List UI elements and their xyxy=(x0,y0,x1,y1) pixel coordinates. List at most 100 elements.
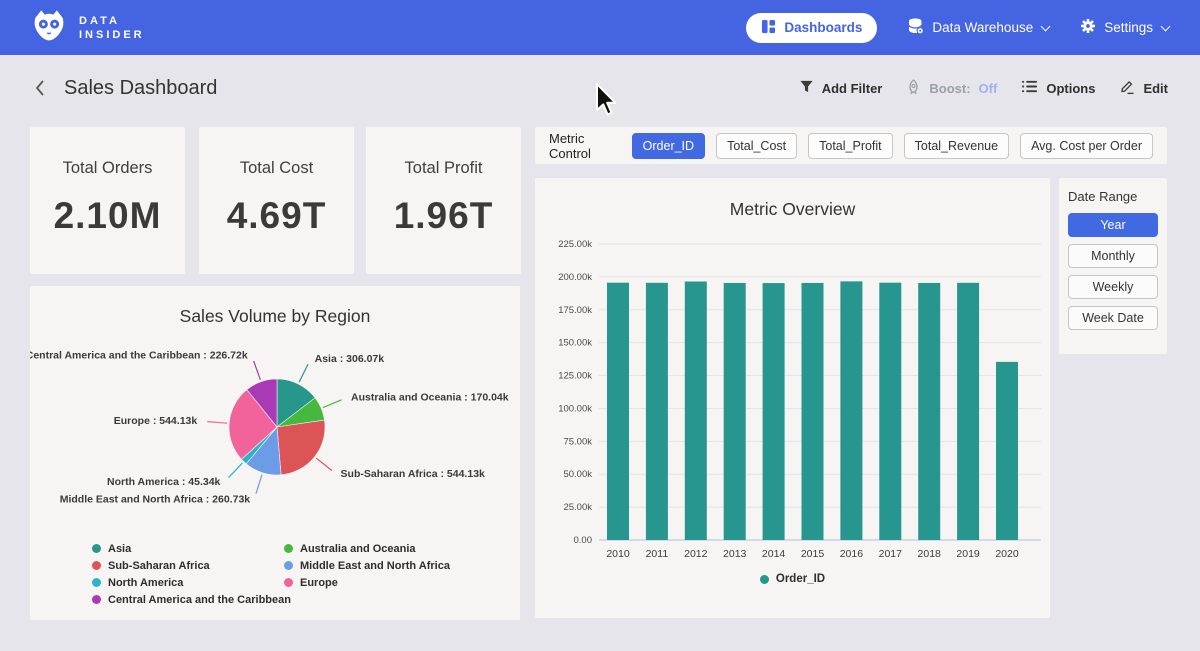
back-button[interactable] xyxy=(32,79,48,97)
legend-item-europe[interactable]: Europe xyxy=(284,577,520,589)
metric-option-total-profit[interactable]: Total_Profit xyxy=(808,133,893,159)
y-axis-tick: 50.00k xyxy=(563,469,592,480)
bar-2020[interactable] xyxy=(996,362,1018,540)
pie-slice-sub-saharan-africa[interactable] xyxy=(277,420,325,475)
x-axis-label-2010: 2010 xyxy=(606,548,630,560)
y-axis-tick: 175.00k xyxy=(558,305,592,316)
brand[interactable]: DATA INSIDER xyxy=(30,6,145,49)
bar-2011[interactable] xyxy=(646,283,668,540)
bar-2014[interactable] xyxy=(763,283,785,540)
nav-dashboards-button[interactable]: Dashboards xyxy=(746,13,877,43)
edit-button[interactable]: Edit xyxy=(1119,78,1168,98)
legend-item-middle-east-and-north-africa[interactable]: Middle East and North Africa xyxy=(284,560,520,572)
database-icon xyxy=(907,17,924,38)
metric-option-total-revenue[interactable]: Total_Revenue xyxy=(904,133,1009,159)
legend-item-asia[interactable]: Asia xyxy=(92,543,284,555)
kpi-label: Total Cost xyxy=(199,159,354,178)
legend-label: Middle East and North Africa xyxy=(300,560,450,572)
rocket-icon xyxy=(906,79,921,98)
pie-chart-card: Sales Volume by Region Asia : 306.07kAus… xyxy=(30,286,520,620)
legend-dot xyxy=(92,595,101,604)
metric-control-buttons: Order_ID Total_Cost Total_Profit Total_Reve… xyxy=(632,133,1153,159)
date-range-option-week-date[interactable]: Week Date xyxy=(1068,306,1158,330)
bar-chart: 0.0025.00k50.00k75.00k100.00k125.00k150.… xyxy=(535,224,1050,564)
legend-item-sub-saharan-africa[interactable]: Sub-Saharan Africa xyxy=(92,560,284,572)
gear-icon xyxy=(1080,18,1096,37)
bar-legend[interactable]: Order_ID xyxy=(535,573,1050,585)
options-label: Options xyxy=(1046,81,1095,96)
bar-2012[interactable] xyxy=(685,281,707,540)
pie-label-central-america-and-the-caribbean: Central America and the Caribbean : 226.… xyxy=(30,349,248,361)
metric-option-avg-cost-per-order[interactable]: Avg. Cost per Order xyxy=(1020,133,1153,159)
add-filter-label: Add Filter xyxy=(822,81,883,96)
legend-label: Europe xyxy=(300,577,338,589)
pie-label-europe: Europe : 544.13k xyxy=(114,415,198,427)
legend-item-north-america[interactable]: North America xyxy=(92,577,284,589)
x-axis-label-2020: 2020 xyxy=(995,548,1019,560)
metric-option-total-cost[interactable]: Total_Cost xyxy=(716,133,797,159)
kpi-card-total-orders: Total Orders 2.10M xyxy=(30,127,185,274)
legend-dot xyxy=(284,561,293,570)
metric-control-strip: Metric Control Order_IDTotal_CostTotal_P… xyxy=(535,127,1167,164)
chevron-down-icon xyxy=(1041,21,1050,30)
chevron-down-icon xyxy=(1161,21,1170,30)
bar-chart-title: Metric Overview xyxy=(535,178,1050,220)
dashboard-grid-icon xyxy=(761,19,776,37)
x-axis-label-2013: 2013 xyxy=(723,548,747,560)
nav-data-warehouse[interactable]: Data Warehouse xyxy=(907,17,1050,38)
legend-label: Australia and Oceania xyxy=(300,543,416,555)
legend-dot xyxy=(284,544,293,553)
x-axis-label-2015: 2015 xyxy=(801,548,825,560)
date-range-option-monthly[interactable]: Monthly xyxy=(1068,244,1158,268)
bar-2017[interactable] xyxy=(879,283,901,540)
pie-label-north-america: North America : 45.34k xyxy=(107,476,221,488)
pie-chart-title: Sales Volume by Region xyxy=(30,286,520,327)
legend-dot xyxy=(760,575,769,584)
filter-icon xyxy=(799,79,814,97)
boost-toggle[interactable]: Boost: Off xyxy=(906,79,997,98)
kpi-label: Total Profit xyxy=(366,159,521,178)
legend-label: North America xyxy=(108,577,183,589)
y-axis-tick: 25.00k xyxy=(563,502,592,513)
metric-option-order-id[interactable]: Order_ID xyxy=(632,133,705,159)
date-range-option-weekly[interactable]: Weekly xyxy=(1068,275,1158,299)
date-range-option-year[interactable]: Year xyxy=(1068,213,1158,237)
edit-label: Edit xyxy=(1143,81,1168,96)
kpi-label: Total Orders xyxy=(30,159,185,178)
boost-value: Off xyxy=(979,81,998,96)
kpi-value: 4.69T xyxy=(199,195,354,237)
y-axis-tick: 150.00k xyxy=(558,338,592,349)
page-title: Sales Dashboard xyxy=(64,77,217,100)
date-range-buttons: Year Monthly Weekly Week Date xyxy=(1068,213,1158,330)
y-axis-tick: 75.00k xyxy=(563,436,592,447)
top-navigation: Dashboards Data Warehouse xyxy=(746,13,1170,43)
bar-2013[interactable] xyxy=(724,283,746,540)
kpi-card-total-profit: Total Profit 1.96T xyxy=(366,127,521,274)
legend-dot xyxy=(92,561,101,570)
y-axis-tick: 100.00k xyxy=(558,403,592,414)
options-button[interactable]: Options xyxy=(1021,79,1095,97)
bar-2010[interactable] xyxy=(607,283,629,540)
pie-legend: Asia Sub-Saharan Africa North America Centr… xyxy=(92,540,520,608)
legend-label: Asia xyxy=(108,543,131,555)
header-actions: Add Filter Boost: Off xyxy=(799,78,1168,98)
bar-2015[interactable] xyxy=(802,283,824,540)
legend-dot xyxy=(92,544,101,553)
kpi-value: 1.96T xyxy=(366,195,521,237)
boost-label: Boost: xyxy=(929,81,970,96)
x-axis-label-2011: 2011 xyxy=(646,548,669,560)
y-axis-tick: 0.00 xyxy=(574,535,593,546)
bar-2018[interactable] xyxy=(918,283,940,540)
nav-settings[interactable]: Settings xyxy=(1080,18,1170,37)
nav-dashboards-label: Dashboards xyxy=(784,20,862,35)
pie-chart: Asia : 306.07kAustralia and Oceania : 17… xyxy=(30,327,520,527)
legend-item-australia-and-oceania[interactable]: Australia and Oceania xyxy=(284,543,520,555)
pie-label-middle-east-and-north-africa: Middle East and North Africa : 260.73k xyxy=(60,493,251,505)
kpi-card-total-cost: Total Cost 4.69T xyxy=(199,127,354,274)
bar-2019[interactable] xyxy=(957,283,979,540)
legend-item-central-america-and-the-caribbean[interactable]: Central America and the Caribbean xyxy=(92,594,284,606)
topbar: DATA INSIDER Dashboards xyxy=(0,0,1200,55)
nav-data-warehouse-label: Data Warehouse xyxy=(932,20,1033,35)
add-filter-button[interactable]: Add Filter xyxy=(799,79,883,97)
bar-2016[interactable] xyxy=(840,281,862,540)
